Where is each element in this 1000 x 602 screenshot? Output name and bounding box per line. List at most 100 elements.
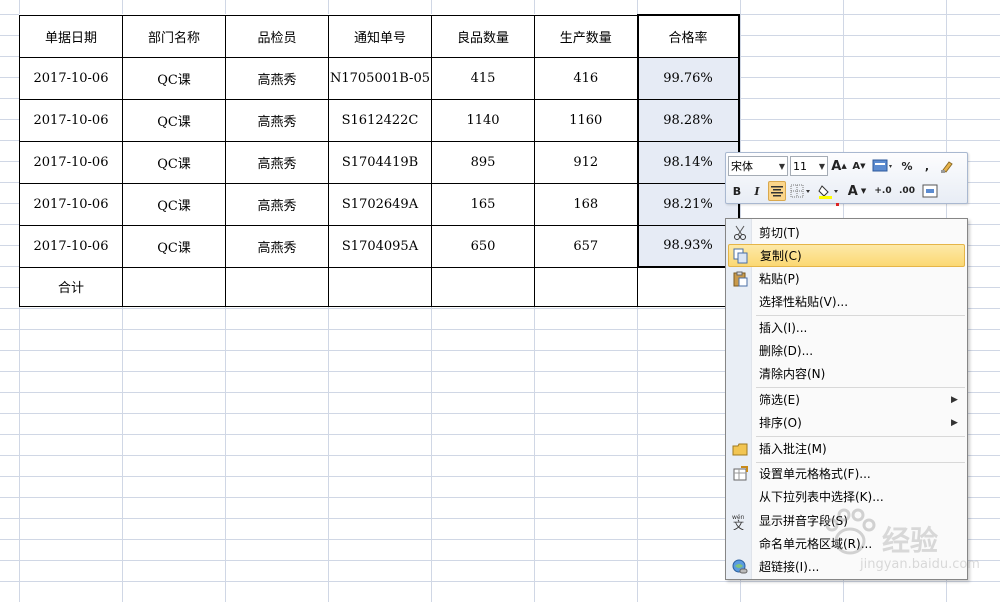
table-cell[interactable]: 1140 xyxy=(431,98,535,142)
table-cell[interactable]: 2017-10-06 xyxy=(19,224,123,268)
table-cell[interactable]: 912 xyxy=(534,140,638,184)
menu-item-paste[interactable]: 粘贴(P) xyxy=(728,267,965,290)
menu-item-show-phonetic[interactable]: wén 文 显示拼音字段(S) xyxy=(728,509,965,532)
table-cell[interactable]: S1704419B xyxy=(328,140,432,184)
context-menu: 剪切(T) 复制(C) 粘贴(P) 选择性粘贴(V)... 插入(I)... 删… xyxy=(725,218,968,580)
cell-style-button[interactable] xyxy=(870,156,896,176)
format-painter-button[interactable] xyxy=(938,156,956,176)
table-cell[interactable]: QC课 xyxy=(122,182,226,226)
format-cells-icon xyxy=(728,464,752,484)
percent-button[interactable]: % xyxy=(898,156,916,176)
menu-item-label: 插入批注(M) xyxy=(759,442,827,456)
header-cell-inspector[interactable]: 品检员 xyxy=(225,14,329,58)
table-cell[interactable]: 416 xyxy=(534,56,638,100)
table-cell[interactable]: 2017-10-06 xyxy=(19,182,123,226)
pass-rate-cell[interactable]: 98.21% xyxy=(636,182,740,226)
mini-toolbar-row-2: B I A ▼ +.0 .00 xyxy=(728,180,940,202)
menu-item-hyperlink[interactable]: 超链接(I)... xyxy=(728,555,965,578)
table-cell[interactable]: N1705001B-05 xyxy=(328,56,432,100)
table-cell[interactable]: 1160 xyxy=(534,98,638,142)
menu-item-cut[interactable]: 剪切(T) xyxy=(728,221,965,244)
menu-item-label: 筛选(E) xyxy=(759,393,800,407)
menu-item-filter[interactable]: 筛选(E) ▶ xyxy=(728,388,965,411)
menu-item-pick-from-list[interactable]: 从下拉列表中选择(K)... xyxy=(728,485,965,508)
table-cell[interactable]: 2017-10-06 xyxy=(19,140,123,184)
font-color-button[interactable]: A ▼ xyxy=(844,181,870,201)
empty-icon-slot xyxy=(728,487,752,507)
table-cell[interactable]: 650 xyxy=(431,224,535,268)
menu-item-insert-comment[interactable]: 插入批注(M) xyxy=(728,437,965,460)
header-cell-production-qty[interactable]: 生产数量 xyxy=(534,14,638,58)
total-label-cell[interactable]: 合计 xyxy=(19,266,123,307)
header-cell-department[interactable]: 部门名称 xyxy=(122,14,226,58)
decrease-decimal-button[interactable]: .00 xyxy=(896,181,918,201)
table-cell[interactable] xyxy=(534,266,638,307)
menu-item-format-cells[interactable]: 设置单元格格式(F)... xyxy=(728,462,965,485)
comma-button[interactable]: , xyxy=(918,156,936,176)
table-cell[interactable]: 2017-10-06 xyxy=(19,56,123,100)
table-cell[interactable]: 高燕秀 xyxy=(225,140,329,184)
menu-item-define-name[interactable]: 命名单元格区域(R)... xyxy=(728,532,965,555)
header-cell-pass-rate[interactable]: 合格率 xyxy=(636,14,740,58)
table-cell[interactable]: 168 xyxy=(534,182,638,226)
menu-item-insert[interactable]: 插入(I)... xyxy=(728,316,965,339)
bold-button[interactable]: B xyxy=(728,181,746,201)
shrink-font-button[interactable]: A ▼ xyxy=(850,156,868,176)
header-cell-good-qty[interactable]: 良品数量 xyxy=(431,14,535,58)
table-cell[interactable]: S1612422C xyxy=(328,98,432,142)
table-cell[interactable]: QC课 xyxy=(122,98,226,142)
table-cell[interactable]: 高燕秀 xyxy=(225,224,329,268)
table-cell[interactable] xyxy=(431,266,535,307)
table-row: 2017-10-06 QC课 高燕秀 S1612422C 1140 1160 9… xyxy=(19,98,740,142)
copy-icon xyxy=(729,246,753,266)
table-cell[interactable]: 657 xyxy=(534,224,638,268)
merge-center-button[interactable] xyxy=(920,181,940,201)
pass-rate-cell[interactable]: 98.93% xyxy=(636,224,740,268)
empty-icon-slot xyxy=(728,534,752,554)
pass-rate-cell[interactable]: 98.14% xyxy=(636,140,740,184)
fill-color-icon xyxy=(818,185,838,199)
menu-item-label: 显示拼音字段(S) xyxy=(759,514,848,528)
menu-item-label: 删除(D)... xyxy=(759,344,814,358)
table-cell[interactable]: 高燕秀 xyxy=(225,56,329,100)
font-size-combo[interactable]: 11 ▼ xyxy=(790,156,828,176)
table-cell[interactable]: 高燕秀 xyxy=(225,98,329,142)
table-cell[interactable]: 895 xyxy=(431,140,535,184)
table-cell[interactable]: QC课 xyxy=(122,224,226,268)
increase-decimal-button[interactable]: +.0 xyxy=(872,181,894,201)
menu-item-paste-special[interactable]: 选择性粘贴(V)... xyxy=(728,290,965,313)
menu-item-label: 排序(O) xyxy=(759,416,802,430)
borders-icon xyxy=(790,184,810,198)
header-cell-date[interactable]: 单据日期 xyxy=(19,14,123,58)
table-cell[interactable]: 165 xyxy=(431,182,535,226)
table-cell[interactable]: S1704095A xyxy=(328,224,432,268)
table-cell[interactable]: S1702649A xyxy=(328,182,432,226)
table-row: 2017-10-06 QC课 高燕秀 S1704419B 895 912 98.… xyxy=(19,140,740,184)
table-row: 2017-10-06 QC课 高燕秀 S1702649A 165 168 98.… xyxy=(19,182,740,226)
table-cell[interactable]: QC课 xyxy=(122,140,226,184)
font-name-combo[interactable]: 宋体 ▼ xyxy=(728,156,788,176)
align-center-button[interactable] xyxy=(768,181,786,201)
header-cell-notice-no[interactable]: 通知单号 xyxy=(328,14,432,58)
table-cell[interactable]: 高燕秀 xyxy=(225,182,329,226)
table-cell[interactable]: 415 xyxy=(431,56,535,100)
table-cell[interactable] xyxy=(637,266,739,307)
pass-rate-cell[interactable]: 99.76% xyxy=(636,56,740,100)
svg-text:文: 文 xyxy=(733,518,744,530)
menu-item-delete[interactable]: 删除(D)... xyxy=(728,339,965,362)
borders-button[interactable] xyxy=(788,181,814,201)
table-cell[interactable] xyxy=(225,266,329,307)
shrink-font-icon: A xyxy=(852,160,861,172)
menu-item-sort[interactable]: 排序(O) ▶ xyxy=(728,411,965,434)
grow-font-button[interactable]: A ▲ xyxy=(830,156,848,176)
table-cell[interactable]: QC课 xyxy=(122,56,226,100)
fill-color-button[interactable] xyxy=(816,181,842,201)
italic-button[interactable]: I xyxy=(748,181,766,201)
submenu-arrow-icon: ▶ xyxy=(951,394,958,405)
table-cell[interactable] xyxy=(328,266,432,307)
table-cell[interactable] xyxy=(122,266,226,307)
menu-item-clear-contents[interactable]: 清除内容(N) xyxy=(728,362,965,385)
pass-rate-cell[interactable]: 98.28% xyxy=(636,98,740,142)
menu-item-copy[interactable]: 复制(C) xyxy=(728,244,965,267)
table-cell[interactable]: 2017-10-06 xyxy=(19,98,123,142)
